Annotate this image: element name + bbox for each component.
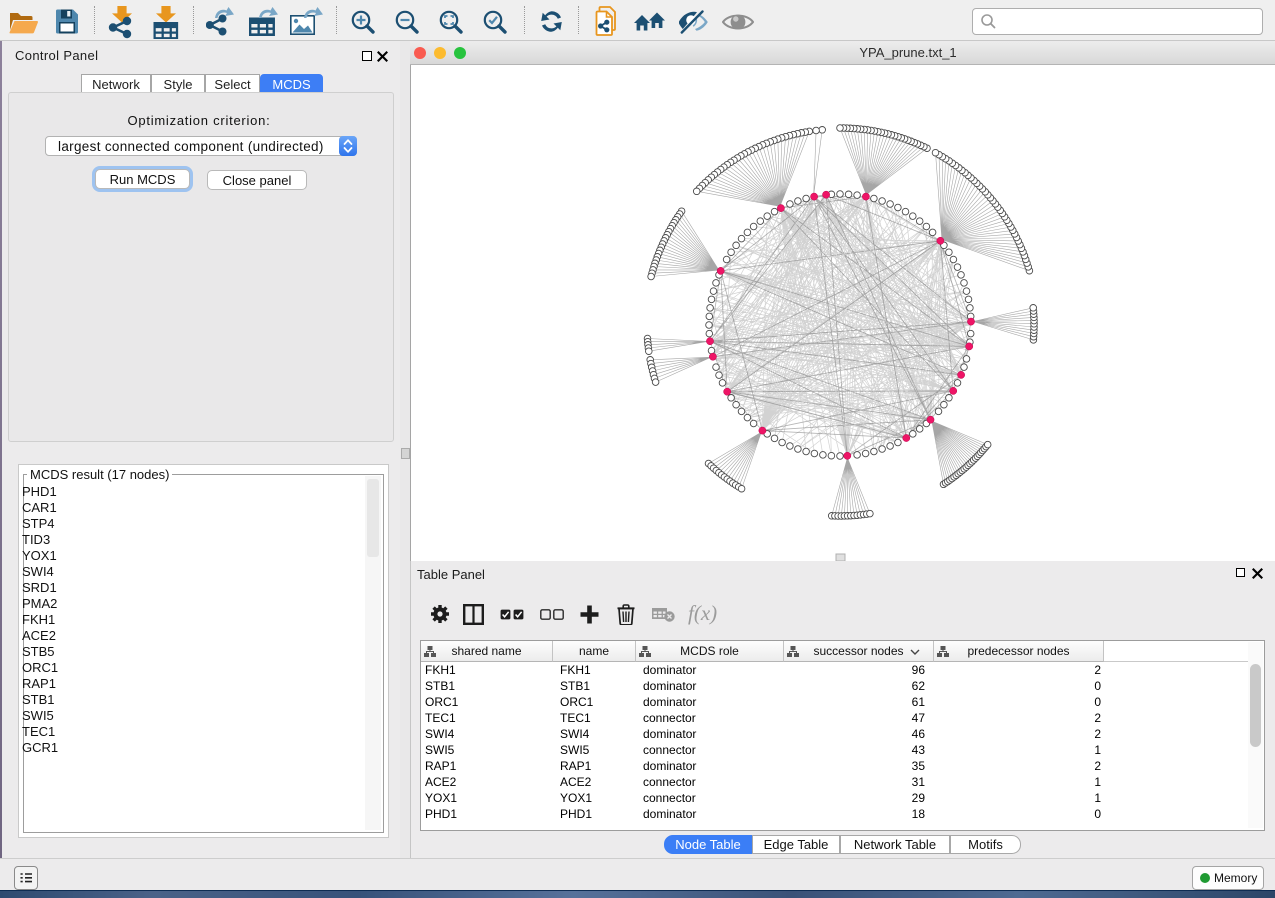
- svg-text:Memory: Memory: [1214, 871, 1257, 885]
